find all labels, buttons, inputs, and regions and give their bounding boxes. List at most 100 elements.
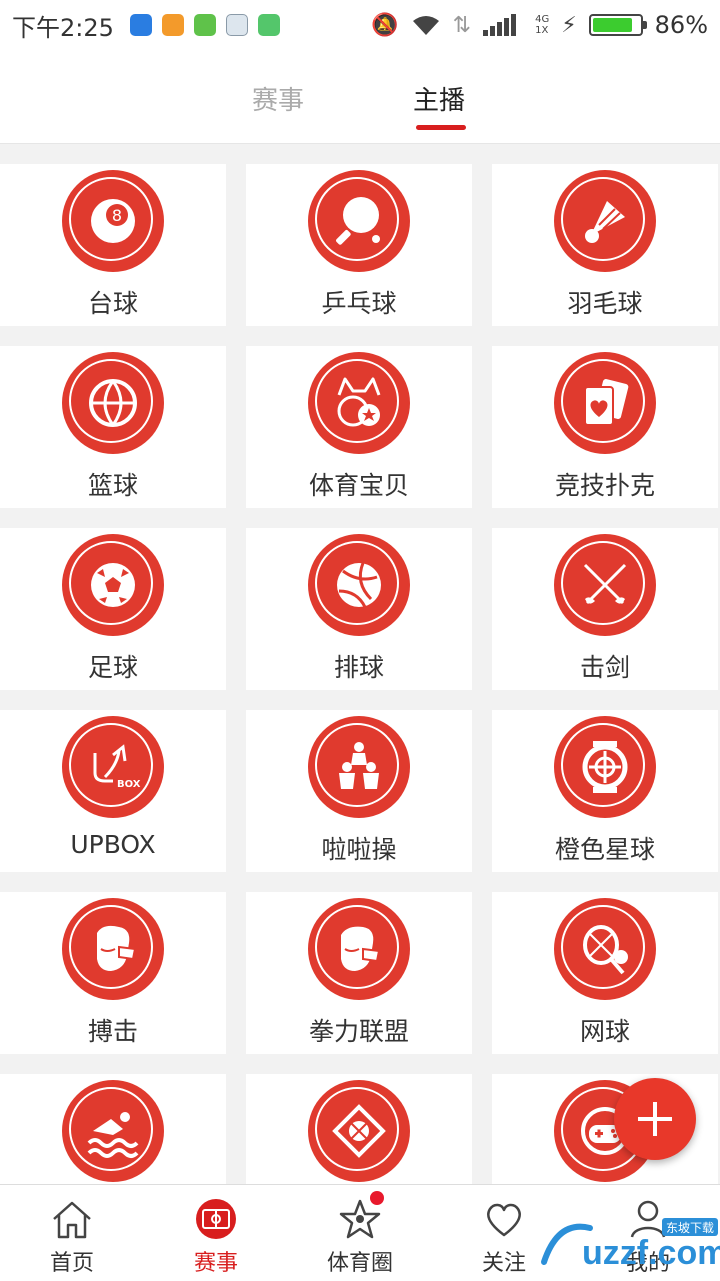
category-icon-badge bbox=[554, 716, 656, 818]
category-card[interactable]: 网球 bbox=[492, 892, 718, 1054]
boxing-glove-icon bbox=[97, 925, 137, 971]
nav-home-label: 首页 bbox=[49, 1251, 94, 1276]
home-icon bbox=[53, 1201, 91, 1239]
category-label: 篮球 bbox=[87, 471, 138, 500]
category-label: 搏击 bbox=[87, 1017, 138, 1046]
ping-pong-icon bbox=[336, 197, 380, 245]
category-icon-badge bbox=[554, 534, 656, 636]
category-card[interactable]: 乒乓球 bbox=[246, 164, 472, 326]
fist-league-icon bbox=[341, 926, 381, 971]
network-type: 4G 1X bbox=[535, 14, 549, 36]
category-card[interactable]: 击剑 bbox=[492, 528, 718, 690]
status-time: 下午2:25 bbox=[12, 13, 114, 42]
tab-events[interactable]: 赛事 bbox=[252, 80, 304, 117]
category-card[interactable]: 8 台球 bbox=[0, 164, 226, 326]
playing-cards-icon bbox=[584, 379, 629, 426]
tennis-icon bbox=[583, 925, 628, 975]
data-arrows-icon: ⇅ bbox=[452, 12, 472, 38]
nav-sports-circle[interactable]: 体育圈 bbox=[288, 1185, 432, 1281]
category-card[interactable]: 竞技扑克 bbox=[492, 346, 718, 508]
nav-sports-circle-label: 体育圈 bbox=[326, 1251, 393, 1276]
screen-app-icon bbox=[225, 14, 248, 36]
category-card[interactable]: 拳力联盟 bbox=[246, 892, 472, 1054]
wifi-icon bbox=[412, 16, 439, 35]
signal-icon bbox=[483, 14, 517, 36]
billiard-ball-icon: 8 bbox=[91, 199, 135, 243]
plus-icon bbox=[638, 1102, 672, 1136]
category-icon-badge bbox=[308, 534, 410, 636]
category-icon-badge bbox=[62, 898, 164, 1000]
category-grid: 8 台球 乒乓球 羽毛球篮球 体育宝贝 竞技扑克足球 排球 击剑 BOX UPBOX 啦啦操 橙色星球… bbox=[0, 164, 720, 1184]
category-label: 竞技扑克 bbox=[554, 471, 655, 500]
category-label: 乒乓球 bbox=[321, 289, 397, 318]
battery-fill bbox=[592, 18, 633, 32]
orange-planet-icon bbox=[582, 741, 628, 793]
nav-events[interactable]: 赛事 bbox=[144, 1185, 288, 1281]
category-card[interactable]: 篮球 bbox=[0, 346, 226, 508]
category-label: 羽毛球 bbox=[567, 289, 643, 318]
top-tab-bar: 赛事 主播 bbox=[0, 50, 720, 144]
android-app-icon bbox=[257, 14, 280, 36]
category-icon-badge bbox=[554, 170, 656, 272]
volleyball-icon bbox=[337, 562, 381, 608]
uc-browser-icon bbox=[161, 14, 184, 36]
category-label: 橙色星球 bbox=[554, 835, 655, 864]
svg-text:BOX: BOX bbox=[117, 779, 141, 790]
status-bar: 下午2:25 🔕 ⇅ 4G 1X ⚡ 86% bbox=[0, 0, 720, 50]
charging-icon: ⚡ bbox=[561, 12, 577, 38]
stadium-icon bbox=[196, 1199, 236, 1239]
category-icon-badge bbox=[308, 170, 410, 272]
svg-text:8: 8 bbox=[112, 206, 122, 225]
watermark-sub: 东坡下载 bbox=[666, 1221, 714, 1235]
battery-app-icon bbox=[193, 14, 216, 36]
watermark-logo: uzzf.com 东坡下载 bbox=[541, 1218, 720, 1272]
heart-icon bbox=[487, 1203, 521, 1237]
mute-bell-icon: 🔕 bbox=[371, 12, 399, 38]
network-label: 4G bbox=[535, 14, 550, 25]
category-label: 排球 bbox=[333, 653, 384, 682]
battery-icon bbox=[588, 14, 647, 36]
category-card[interactable] bbox=[246, 1074, 472, 1184]
category-label: 足球 bbox=[87, 653, 138, 682]
sim-label: 1X bbox=[535, 25, 549, 36]
basketball-icon bbox=[89, 379, 137, 427]
category-icon-badge bbox=[62, 1080, 164, 1182]
category-icon-badge bbox=[308, 716, 410, 818]
watermark-text: uzzf.com bbox=[582, 1234, 720, 1272]
status-right: 🔕 ⇅ 4G 1X ⚡ 86% bbox=[371, 11, 708, 39]
category-icon-badge bbox=[62, 352, 164, 454]
category-label: 啦啦操 bbox=[321, 835, 397, 864]
shield-app-icon bbox=[129, 14, 152, 36]
crossed-swords-icon bbox=[583, 563, 627, 605]
category-card[interactable]: 啦啦操 bbox=[246, 710, 472, 872]
category-card[interactable]: BOX UPBOX bbox=[0, 710, 226, 872]
notification-badge bbox=[370, 1191, 384, 1205]
swimming-icon bbox=[87, 1112, 139, 1158]
nav-events-label: 赛事 bbox=[193, 1251, 238, 1276]
category-icon-badge: BOX bbox=[62, 716, 164, 818]
nav-home[interactable]: 首页 bbox=[0, 1185, 144, 1281]
category-card[interactable]: 足球 bbox=[0, 528, 226, 690]
category-label: UPBOX bbox=[70, 830, 156, 859]
category-card[interactable]: 羽毛球 bbox=[492, 164, 718, 326]
category-label: 拳力联盟 bbox=[308, 1017, 409, 1046]
category-label: 击剑 bbox=[579, 653, 630, 682]
category-card[interactable]: 体育宝贝 bbox=[246, 346, 472, 508]
add-button[interactable] bbox=[614, 1078, 696, 1160]
category-icon-badge bbox=[308, 1080, 410, 1182]
tab-anchors[interactable]: 主播 bbox=[413, 80, 465, 117]
status-left: 下午2:25 bbox=[12, 8, 280, 43]
soccer-ball-icon bbox=[91, 563, 135, 607]
active-tab-indicator bbox=[416, 125, 466, 130]
category-card[interactable]: 排球 bbox=[246, 528, 472, 690]
sport-x-icon bbox=[332, 1104, 386, 1158]
category-label: 体育宝贝 bbox=[308, 471, 409, 500]
upbox-logo-icon: BOX bbox=[93, 744, 141, 790]
category-label: 网球 bbox=[579, 1017, 630, 1046]
category-icon-badge bbox=[308, 898, 410, 1000]
category-icon-badge bbox=[554, 898, 656, 1000]
category-card[interactable]: 搏击 bbox=[0, 892, 226, 1054]
category-icon-badge bbox=[308, 352, 410, 454]
category-card[interactable]: 橙色星球 bbox=[492, 710, 718, 872]
category-card[interactable] bbox=[0, 1074, 226, 1184]
